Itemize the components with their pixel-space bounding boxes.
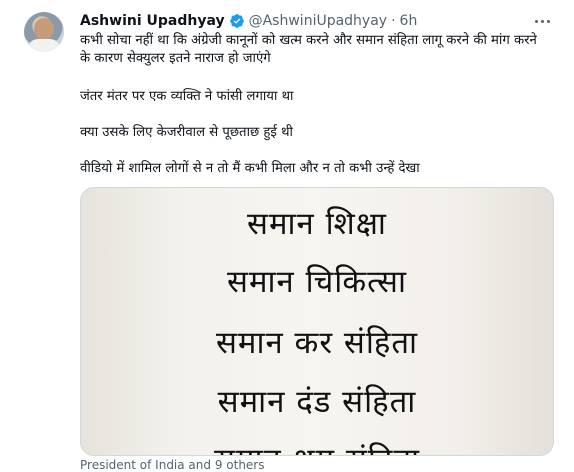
media-text-line: समान चिकित्सा — [227, 264, 407, 300]
more-options-icon[interactable] — [530, 12, 554, 30]
verified-badge-icon — [229, 14, 244, 28]
more-dot-2 — [540, 19, 544, 23]
more-dot-1 — [534, 19, 538, 23]
tweet-header: Ashwini Upadhyay @AshwiniUpadhyay · 6h — [80, 12, 417, 30]
tweet-paragraph: वीडियो में शामिल लोगों से न तो मैं कभी म… — [80, 161, 420, 176]
separator-dot: · — [391, 13, 396, 29]
media-text-line: समान दंड संहिता — [217, 384, 417, 420]
author-name[interactable]: Ashwini Upadhyay — [80, 13, 225, 29]
more-dot-3 — [546, 19, 550, 23]
media-text-line: समान कर संहिता — [215, 325, 419, 361]
avatar-head — [34, 18, 54, 40]
tweet-paragraph: कभी सोचा नहीं था कि अंग्रेजी कानूनों को … — [80, 33, 537, 66]
media-text-line: समान श्रम संहिता — [81, 438, 553, 455]
tweet-media-image[interactable]: समान शिक्षा समान चिकित्सा समान कर संहिता… — [80, 187, 554, 456]
author-handle[interactable]: @AshwiniUpadhyay — [249, 13, 387, 29]
tweet-timestamp[interactable]: 6h — [400, 13, 418, 29]
tagged-people-caption[interactable]: President of India and 9 others — [80, 458, 265, 472]
tweet-paragraph: क्या उसके लिए केजरीवाल से पूछताछ हुई थी — [80, 125, 293, 140]
author-avatar[interactable] — [24, 12, 64, 52]
tweet-paragraph: जंतर मंतर पर एक व्यक्ति ने फांसी लगाया थ… — [80, 89, 294, 104]
media-text-line: समान शिक्षा — [247, 206, 387, 242]
avatar-shirt — [28, 39, 60, 52]
